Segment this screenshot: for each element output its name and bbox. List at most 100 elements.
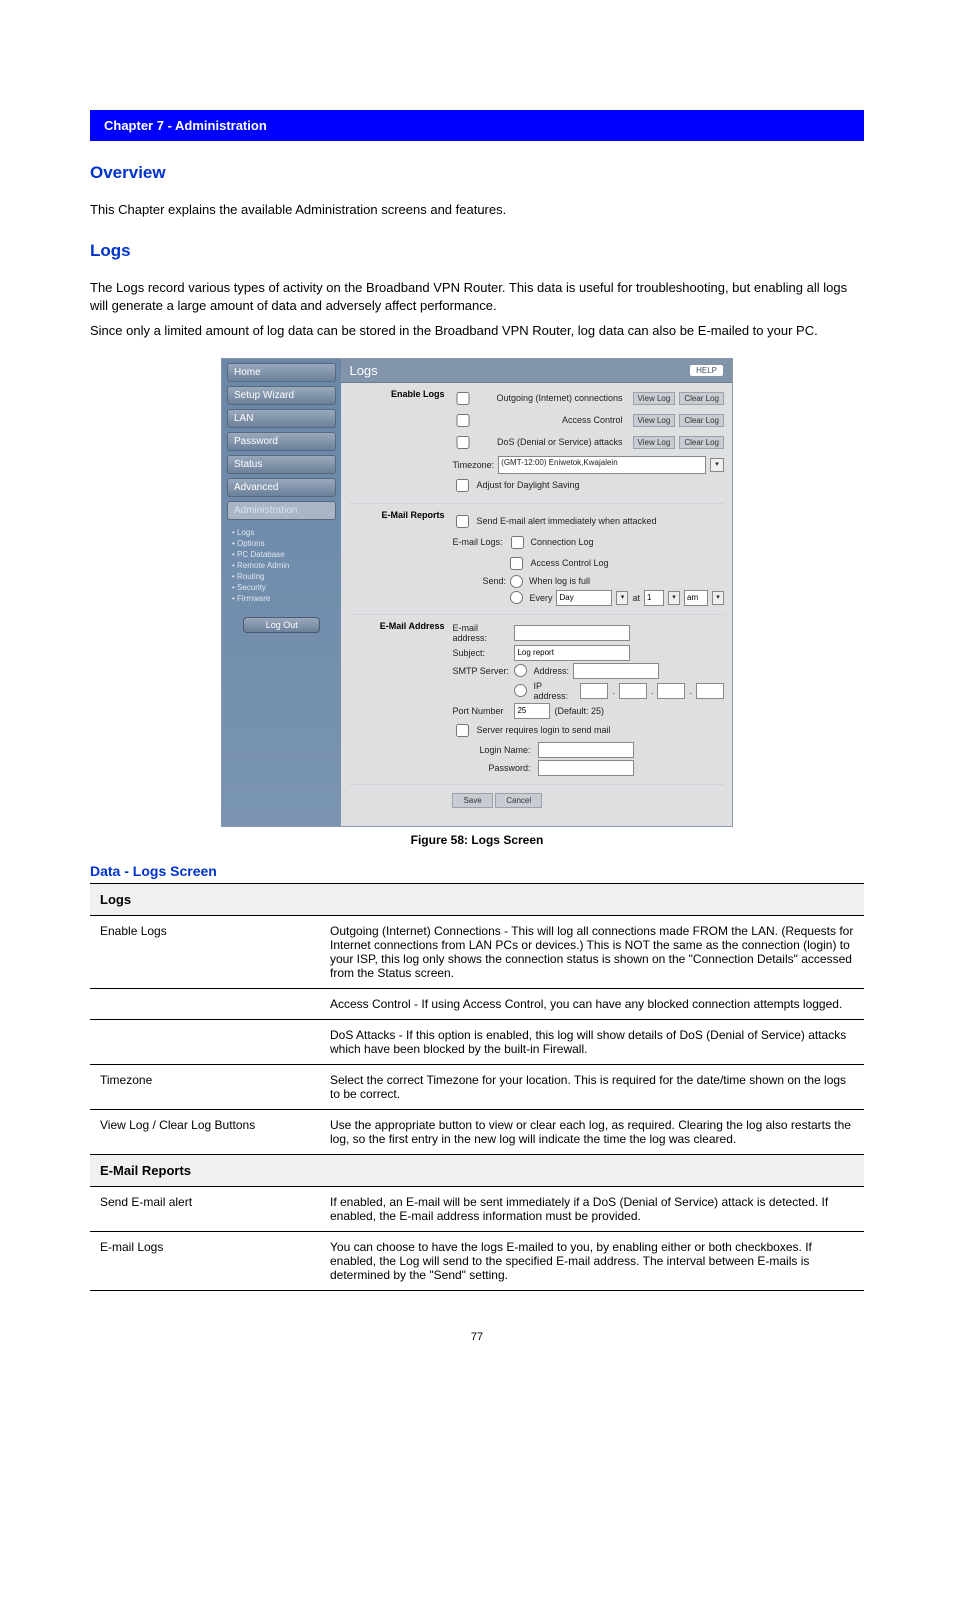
cell-blank [90, 1019, 320, 1064]
logs-definition-table: Logs Enable Logs Outgoing (Internet) Con… [90, 883, 864, 1291]
clearlog-access[interactable]: Clear Log [679, 414, 724, 427]
sidebar-item-options[interactable]: Options [230, 538, 333, 549]
ip-2[interactable] [619, 683, 647, 699]
send-every-radio[interactable] [510, 591, 523, 604]
ip-4[interactable] [696, 683, 724, 699]
nav-lan[interactable]: LAN [227, 409, 336, 428]
sidebar-item-remote-admin[interactable]: Remote Admin [230, 560, 333, 571]
dos-checkbox[interactable] [456, 436, 470, 449]
outgoing-checkbox[interactable] [456, 392, 470, 405]
access-control-label: Access Control [477, 415, 628, 425]
nav-advanced[interactable]: Advanced [227, 478, 336, 497]
email-address-label: E-Mail Address [349, 621, 452, 778]
chevron-down-icon[interactable]: ▾ [668, 591, 680, 605]
chevron-down-icon[interactable]: ▾ [712, 591, 724, 605]
alert-checkbox[interactable] [456, 515, 469, 528]
help-button[interactable]: HELP [689, 364, 724, 377]
timezone-select[interactable]: (GMT-12:00) Eniwetok,Kwajalein [498, 456, 706, 474]
cell-send-alert-desc: If enabled, an E-mail will be sent immed… [320, 1186, 864, 1231]
sidebar-item-logs[interactable]: Logs [230, 527, 333, 538]
cell-send-alert: Send E-mail alert [90, 1186, 320, 1231]
every-select[interactable] [556, 590, 612, 606]
figure-logs-screen: Home Setup Wizard LAN Password Status Ad… [0, 358, 954, 827]
ampm-select[interactable] [684, 590, 708, 606]
sidebar: Home Setup Wizard LAN Password Status Ad… [222, 359, 341, 826]
subject-label: Subject: [452, 648, 510, 658]
sidebar-item-firmware[interactable]: Firmware [230, 593, 333, 604]
send-full-label: When log is full [529, 576, 590, 586]
clearlog-dos[interactable]: Clear Log [679, 436, 724, 449]
sidebar-item-security[interactable]: Security [230, 582, 333, 593]
port-default: (Default: 25) [554, 706, 604, 716]
chapter-title: Chapter 7 - Administration [104, 118, 267, 133]
every-label: Every [529, 593, 552, 603]
ip-1[interactable] [580, 683, 608, 699]
cell-enable-logs: Enable Logs [90, 915, 320, 988]
cell-enable-logs-desc: Outgoing (Internet) Connections - This w… [320, 915, 864, 988]
page-number: 77 [0, 1331, 954, 1343]
enable-logs-label: Enable Logs [349, 389, 452, 497]
cell-blank [90, 988, 320, 1019]
access-control-checkbox[interactable] [456, 414, 470, 427]
send-full-radio[interactable] [510, 575, 523, 588]
smtp-ip-radio[interactable] [514, 684, 527, 697]
port-label: Port Number [452, 706, 510, 716]
email-input[interactable] [514, 625, 630, 641]
logs-text-2: Since only a limited amount of log data … [90, 322, 864, 340]
cell-buttons-desc: Use the appropriate button to view or cl… [320, 1109, 864, 1154]
cell-timezone: Timezone [90, 1064, 320, 1109]
ip-3[interactable] [657, 683, 685, 699]
nav-setup-wizard[interactable]: Setup Wizard [227, 386, 336, 405]
sidebar-item-pc-database[interactable]: PC Database [230, 549, 333, 560]
chapter-header: Chapter 7 - Administration [90, 110, 864, 141]
cell-email-logs-desc: You can choose to have the logs E-mailed… [320, 1231, 864, 1290]
sidebar-item-routing[interactable]: Routing [230, 571, 333, 582]
nav-home[interactable]: Home [227, 363, 336, 382]
cell-access-control-desc: Access Control - If using Access Control… [320, 988, 864, 1019]
daylight-label: Adjust for Daylight Saving [476, 480, 579, 490]
panel-title: Logs [349, 363, 377, 378]
cell-timezone-desc: Select the correct Timezone for your loc… [320, 1064, 864, 1109]
nav-administration[interactable]: Administration [227, 501, 336, 520]
subject-input[interactable] [514, 645, 630, 661]
timezone-label: Timezone: [452, 460, 494, 470]
password-input[interactable] [538, 760, 634, 776]
cancel-button[interactable]: Cancel [495, 793, 542, 808]
login-name-input[interactable] [538, 742, 634, 758]
chevron-down-icon[interactable]: ▾ [616, 591, 628, 605]
hour-select[interactable] [644, 590, 664, 606]
nav-status[interactable]: Status [227, 455, 336, 474]
req-login-checkbox[interactable] [456, 724, 469, 737]
smtp-addr-label: Address: [533, 666, 569, 676]
viewlog-access[interactable]: View Log [633, 414, 676, 427]
logs-text-1: The Logs record various types of activit… [90, 279, 864, 315]
clearlog-outgoing[interactable]: Clear Log [679, 392, 724, 405]
nav-password[interactable]: Password [227, 432, 336, 451]
logout-button[interactable]: Log Out [243, 617, 320, 633]
data-heading: Data - Logs Screen [90, 863, 864, 879]
email-reports-label: E-Mail Reports [349, 510, 452, 608]
smtp-addr-radio[interactable] [514, 664, 527, 677]
ac-log-checkbox[interactable] [510, 557, 523, 570]
daylight-checkbox[interactable] [456, 479, 469, 492]
cell-email-logs: E-mail Logs [90, 1231, 320, 1290]
viewlog-dos[interactable]: View Log [633, 436, 676, 449]
group-email: E-Mail Reports [90, 1154, 864, 1186]
save-button[interactable]: Save [452, 793, 492, 808]
viewlog-outgoing[interactable]: View Log [633, 392, 676, 405]
smtp-ip-label: IP address: [533, 681, 576, 701]
ac-log-label: Access Control Log [530, 558, 608, 568]
alert-label: Send E-mail alert immediately when attac… [476, 516, 656, 526]
logs-heading: Logs [90, 241, 864, 261]
port-input[interactable] [514, 703, 550, 719]
smtp-addr-input[interactable] [573, 663, 659, 679]
outgoing-label: Outgoing (Internet) connections [477, 393, 628, 403]
smtp-label: SMTP Server: [452, 666, 510, 676]
login-name-label: Login Name: [472, 745, 534, 755]
at-label: at [632, 593, 640, 603]
chevron-down-icon[interactable]: ▾ [710, 458, 724, 472]
email-logs-label: E-mail Logs: [452, 537, 502, 547]
overview-text: This Chapter explains the available Admi… [90, 201, 864, 219]
conn-log-checkbox[interactable] [511, 536, 524, 549]
cell-buttons: View Log / Clear Log Buttons [90, 1109, 320, 1154]
